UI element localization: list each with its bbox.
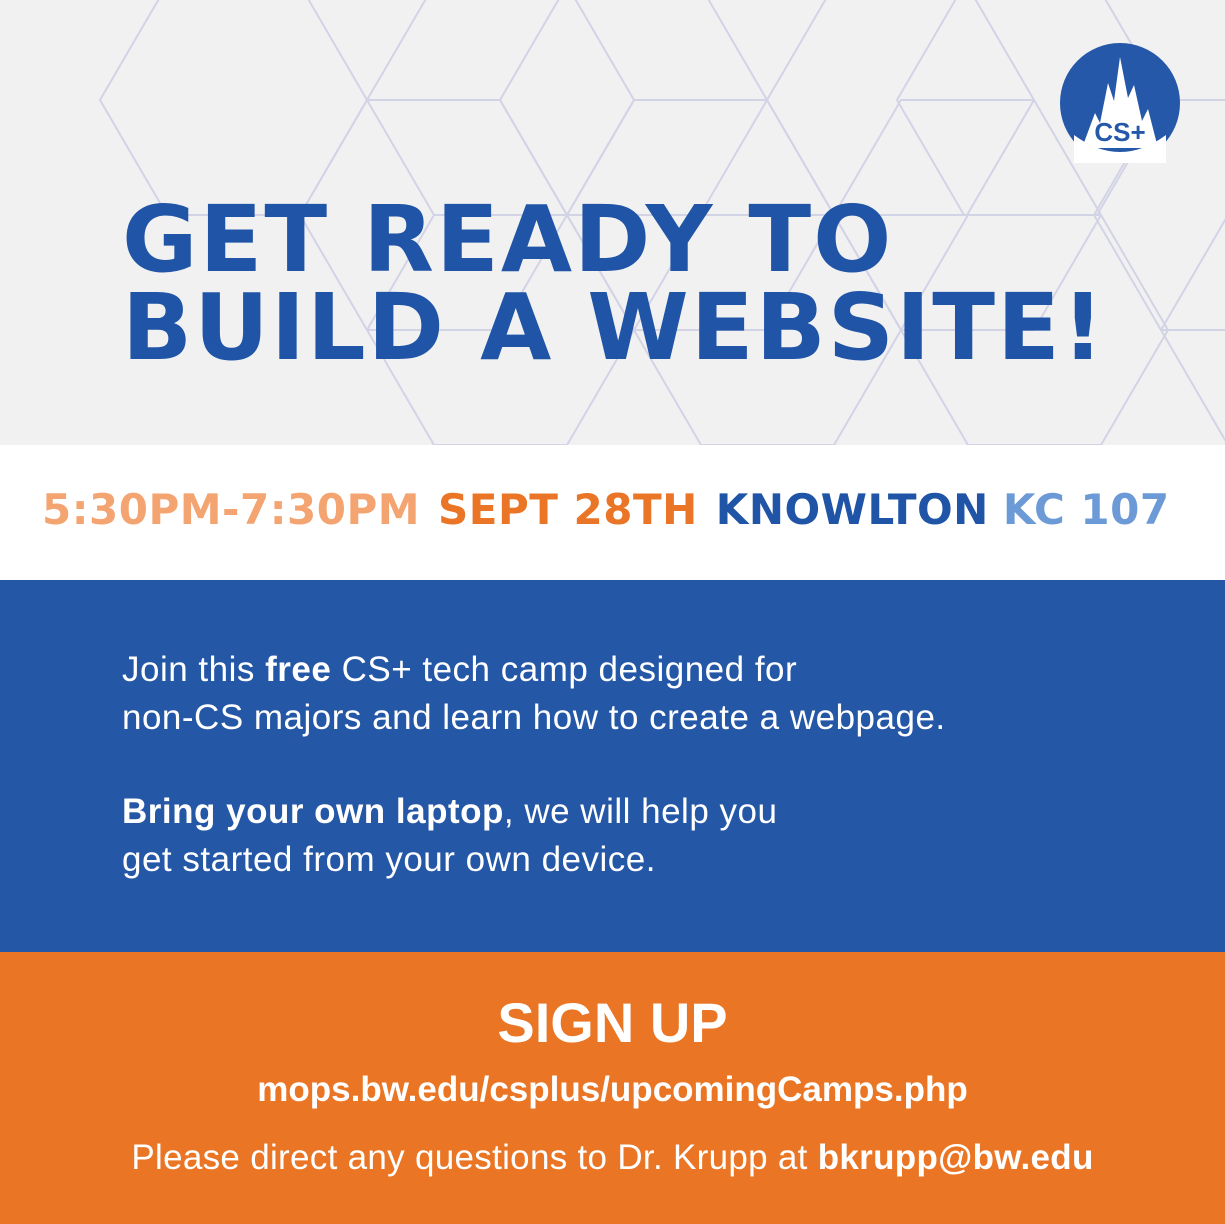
event-room: KC 107 (1002, 485, 1170, 534)
event-building: KNOWLTON (715, 485, 989, 534)
camp-description: Join this free CS+ tech camp designed fo… (122, 646, 946, 742)
signup-section: SIGN UP mops.bw.edu/csplus/upcomingCamps… (0, 952, 1225, 1224)
description-line-1: CS+ tech camp designed for (331, 650, 798, 689)
event-date: SEPT 28TH (438, 485, 698, 534)
headline: GET READY TO BUILD A WEBSITE! (122, 194, 1106, 374)
laptop-note-line-2: get started from your own device. (122, 840, 656, 879)
logo-text: CS+ (1094, 117, 1146, 147)
description-free: free (265, 650, 332, 689)
contact-email-link[interactable]: bkrupp@bw.edu (818, 1138, 1094, 1177)
info-section: Join this free CS+ tech camp designed fo… (0, 580, 1225, 952)
laptop-note-bold: Bring your own laptop (122, 792, 504, 831)
headline-line-2: BUILD A WEBSITE! (122, 274, 1106, 381)
cs-plus-logo: CS+ (1060, 43, 1180, 163)
contact-prefix: Please direct any questions to Dr. Krupp… (131, 1138, 818, 1177)
laptop-note-line-1: , we will help you (503, 792, 778, 831)
event-details: 5:30PM-7:30PM SEPT 28TH KNOWLTON KC 107 (42, 485, 1170, 534)
hero-section: CS+ GET READY TO BUILD A WEBSITE! (0, 0, 1225, 445)
description-line-2: non-CS majors and learn how to create a … (122, 698, 946, 737)
contact-line: Please direct any questions to Dr. Krupp… (0, 1138, 1225, 1178)
signup-title: SIGN UP (497, 991, 728, 1054)
description-prefix: Join this (122, 650, 266, 689)
event-time: 5:30PM-7:30PM (42, 485, 421, 534)
signup-link[interactable]: mops.bw.edu/csplus/upcomingCamps.php (0, 1070, 1225, 1110)
poster: CS+ GET READY TO BUILD A WEBSITE! 5:30PM… (0, 0, 1225, 1224)
laptop-note: Bring your own laptop, we will help you g… (122, 788, 777, 884)
